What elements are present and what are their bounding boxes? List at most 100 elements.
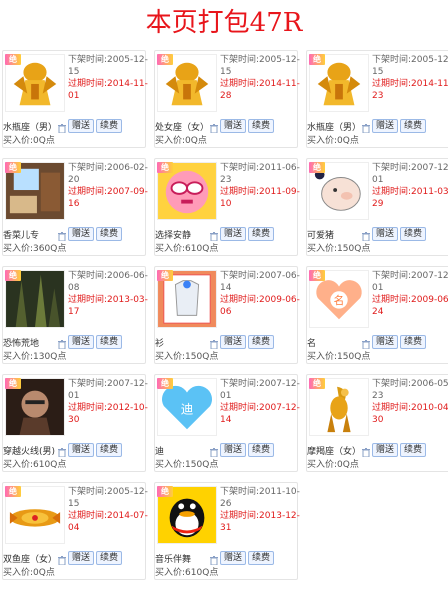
gift-button[interactable]: 赠送 — [68, 443, 95, 457]
renew-button[interactable]: 续费 — [248, 119, 275, 133]
item-dates: 下架时间:2006-06-08 过期时间:2013-03-17 — [68, 270, 148, 318]
item-name[interactable]: 穿越火线(男) — [3, 446, 55, 458]
gift-button[interactable]: 赠送 — [68, 119, 95, 133]
trash-icon[interactable] — [362, 340, 370, 349]
renew-button[interactable]: 续费 — [400, 335, 427, 349]
expire-label: 过期时间: — [220, 79, 260, 89]
item-name[interactable]: 水瓶座（男） — [307, 122, 361, 134]
trash-icon[interactable] — [58, 556, 66, 565]
rare-badge: 绝 — [5, 270, 21, 281]
price-label: 买入价: — [155, 568, 186, 578]
off-shelf-label: 下架时间: — [68, 379, 108, 389]
trash-icon[interactable] — [362, 232, 370, 241]
rare-badge: 绝 — [157, 378, 173, 389]
item-name[interactable]: 恐怖荒地 — [3, 338, 39, 350]
gift-button[interactable]: 赠送 — [372, 227, 399, 241]
item-name[interactable]: 双鱼座（女） — [3, 554, 57, 566]
trash-icon[interactable] — [210, 232, 218, 241]
item-name[interactable]: 水瓶座（男） — [3, 122, 57, 134]
gift-button[interactable]: 赠送 — [220, 551, 247, 565]
renew-button[interactable]: 续费 — [400, 443, 427, 457]
gift-button[interactable]: 赠送 — [220, 335, 247, 349]
expire-label: 过期时间: — [68, 187, 108, 197]
renew-button[interactable]: 续费 — [248, 335, 275, 349]
item-price: 买入价:150Q点 — [307, 351, 370, 363]
item-name[interactable]: 名 — [307, 338, 316, 350]
gift-button[interactable]: 赠送 — [220, 119, 247, 133]
trash-icon[interactable] — [58, 124, 66, 133]
item-name[interactable]: 香菜儿专 — [3, 230, 39, 242]
renew-button[interactable]: 续费 — [248, 227, 275, 241]
renew-button[interactable]: 续费 — [400, 227, 427, 241]
gift-button[interactable]: 赠送 — [372, 119, 399, 133]
item-dates: 下架时间:2006-05-23 过期时间:2010-04-30 — [372, 378, 448, 426]
item-name[interactable]: 音乐伴舞 — [155, 554, 191, 566]
renew-button[interactable]: 续费 — [400, 119, 427, 133]
trash-icon[interactable] — [210, 340, 218, 349]
gift-button[interactable]: 赠送 — [68, 551, 95, 565]
price-unit: 点 — [57, 244, 67, 254]
price-unit: 点 — [57, 352, 67, 362]
gift-button[interactable]: 赠送 — [68, 335, 95, 349]
price-label: 买入价: — [307, 136, 338, 146]
price-label: 买入价: — [3, 568, 34, 578]
rare-badge: 绝 — [157, 486, 173, 497]
gift-button[interactable]: 赠送 — [372, 443, 399, 457]
expire-label: 过期时间: — [372, 187, 412, 197]
item-name[interactable]: 衫 — [155, 338, 164, 350]
rare-badge: 绝 — [157, 162, 173, 173]
item-name[interactable]: 可爱猪 — [307, 230, 334, 242]
price-value: 150Q — [185, 352, 210, 362]
trash-icon[interactable] — [210, 556, 218, 565]
expire-label: 过期时间: — [68, 403, 108, 413]
item-dates: 下架时间:2011-06-23 过期时间:2011-09-10 — [220, 162, 300, 210]
price-value: 150Q — [337, 352, 362, 362]
price-unit: 点 — [209, 460, 219, 470]
price-label: 买入价: — [307, 460, 338, 470]
expire-label: 过期时间: — [68, 79, 108, 89]
item-name[interactable]: 迪 — [155, 446, 164, 458]
item-name[interactable]: 处女座（女） — [155, 122, 209, 134]
off-shelf-label: 下架时间: — [372, 163, 412, 173]
renew-button[interactable]: 续费 — [96, 335, 123, 349]
item-actions: 赠送 续费 — [68, 437, 124, 457]
off-shelf-label: 下架时间: — [372, 55, 412, 65]
price-value: 0Q — [337, 460, 350, 470]
expire-label: 过期时间: — [68, 511, 108, 521]
item-actions: 赠送 续费 — [220, 545, 276, 565]
gift-button[interactable]: 赠送 — [68, 227, 95, 241]
item-card: 绝下架时间:2005-12-15 过期时间:2014-11-01 赠送 续费 水瓶座（男… — [2, 50, 148, 148]
price-label: 买入价: — [155, 460, 186, 470]
renew-button[interactable]: 续费 — [96, 227, 123, 241]
price-unit: 点 — [209, 244, 219, 254]
price-unit: 点 — [361, 352, 371, 362]
item-actions: 赠送 续费 — [372, 437, 428, 457]
price-value: 0Q — [33, 568, 46, 578]
trash-icon[interactable] — [362, 124, 370, 133]
item-dates: 下架时间:2006-02-20 过期时间:2007-09-16 — [68, 162, 148, 210]
trash-icon[interactable] — [58, 232, 66, 241]
gift-button[interactable]: 赠送 — [372, 335, 399, 349]
trash-icon[interactable] — [210, 448, 218, 457]
item-dates: 下架时间:2007-12-01 过期时间:2011-03-29 — [372, 162, 448, 210]
item-name[interactable]: 选择安静 — [155, 230, 191, 242]
price-unit: 点 — [349, 136, 359, 146]
item-actions: 赠送 续费 — [220, 329, 276, 349]
trash-icon[interactable] — [210, 124, 218, 133]
price-label: 买入价: — [3, 460, 34, 470]
renew-button[interactable]: 续费 — [96, 443, 123, 457]
renew-button[interactable]: 续费 — [96, 551, 123, 565]
item-card: 绝迪 下架时间:2007-12-01 过期时间:2007-12-14 赠送 续费 迪买入价… — [154, 374, 300, 472]
gift-button[interactable]: 赠送 — [220, 443, 247, 457]
item-card: 绝下架时间:2005-12-15 过期时间:2014-07-04 赠送 续费 双鱼座（女… — [2, 482, 148, 580]
trash-icon[interactable] — [58, 448, 66, 457]
item-name[interactable]: 摩羯座（女） — [307, 446, 361, 458]
price-unit: 点 — [45, 136, 55, 146]
renew-button[interactable]: 续费 — [248, 551, 275, 565]
trash-icon[interactable] — [362, 448, 370, 457]
renew-button[interactable]: 续费 — [248, 443, 275, 457]
item-card: 绝 下架时间:2007-12-01 过期时间:2011-03-29 赠送 续费 可爱猪 买入… — [306, 158, 448, 256]
trash-icon[interactable] — [58, 340, 66, 349]
gift-button[interactable]: 赠送 — [220, 227, 247, 241]
renew-button[interactable]: 续费 — [96, 119, 123, 133]
